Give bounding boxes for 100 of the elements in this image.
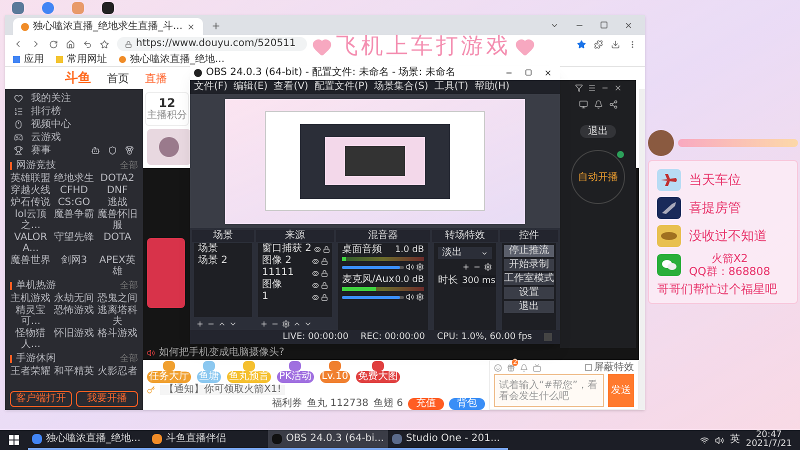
toolbar-icon[interactable] <box>282 320 290 328</box>
open-client-button[interactable]: 客户端打开 <box>10 391 72 407</box>
menu-item[interactable]: 帮助(H) <box>474 82 510 92</box>
game-link[interactable]: CS:GO <box>53 196 95 208</box>
close-icon[interactable] <box>187 22 195 30</box>
control-button[interactable]: 停止推流 <box>504 245 554 257</box>
game-link[interactable]: DNF <box>96 184 138 196</box>
address-bar[interactable]: https://www.douyu.com/520511 <box>117 37 307 51</box>
game-link[interactable]: 穿越火线 <box>10 184 52 196</box>
reload-icon[interactable] <box>49 40 58 48</box>
source-item[interactable]: 1 <box>262 292 268 302</box>
sidebar-item[interactable]: 云游戏 <box>31 132 61 142</box>
game-link[interactable]: DOTA <box>96 231 138 254</box>
start-stream-button[interactable]: 我要开播 <box>76 391 138 407</box>
star-icon[interactable] <box>100 40 109 48</box>
game-logo-icon[interactable] <box>125 146 134 155</box>
control-button[interactable]: 设置 <box>504 287 554 299</box>
game-link[interactable]: lol云顶之... <box>10 208 52 231</box>
bell-icon[interactable] <box>594 100 602 109</box>
taskbar-item[interactable]: 独心嗑浓直播_绝地... <box>28 430 148 450</box>
scene-item[interactable]: 场景 2 <box>194 255 252 267</box>
eye-icon[interactable] <box>312 270 319 276</box>
start-icon[interactable] <box>9 435 19 445</box>
game-link[interactable]: 魔兽世界 <box>10 254 52 277</box>
settings-icon[interactable] <box>416 263 424 271</box>
game-link[interactable]: 魔兽怀旧服 <box>96 208 138 231</box>
game-link[interactable]: 魔兽争霸 <box>53 208 95 231</box>
bookmark-star-icon[interactable] <box>577 40 586 48</box>
add-icon[interactable] <box>462 263 470 271</box>
source-item[interactable]: 图像 <box>262 280 282 290</box>
eye-icon[interactable] <box>314 246 321 252</box>
game-link[interactable]: CFHD <box>53 184 95 196</box>
taskbar-item[interactable]: OBS 24.0.3 (64-bi... <box>268 430 388 450</box>
control-button[interactable]: 退出 <box>504 301 554 313</box>
emoji-icon[interactable] <box>494 364 502 372</box>
game-logo-icon[interactable] <box>91 146 100 155</box>
toolbar-icon[interactable] <box>196 320 204 328</box>
gift-label[interactable]: 免费大图 <box>356 370 400 382</box>
sidebar-item[interactable]: 排行榜 <box>31 106 61 116</box>
game-link[interactable]: 火影忍者 <box>96 365 138 377</box>
app-icon[interactable] <box>102 2 114 14</box>
bookmark-link[interactable]: 常用网址 <box>56 54 107 64</box>
game-link[interactable]: VALORA... <box>10 231 52 254</box>
lock-icon[interactable] <box>322 246 330 252</box>
menu-item[interactable]: 编辑(E) <box>234 82 268 92</box>
bookmark-link[interactable]: 独心嗑浓直播_绝地... <box>119 54 225 64</box>
home-icon[interactable] <box>66 40 75 48</box>
eye-icon[interactable] <box>312 294 319 300</box>
menu-item[interactable]: 工具(T) <box>434 82 468 92</box>
lock-icon[interactable] <box>321 294 328 300</box>
share-icon[interactable] <box>608 100 618 109</box>
gift-box-icon[interactable] <box>507 364 515 372</box>
monitor-icon[interactable] <box>578 100 588 109</box>
game-link[interactable]: APEX英雄 <box>96 254 138 277</box>
close-icon[interactable] <box>614 84 622 92</box>
game-link[interactable]: 守望先锋 <box>53 231 95 254</box>
sidebar-item[interactable]: 赛事 <box>31 146 51 156</box>
lock-icon[interactable] <box>321 270 328 276</box>
menu-item[interactable]: 场景集合(S) <box>374 82 428 92</box>
undo-icon[interactable] <box>83 40 92 48</box>
exit-button[interactable]: 退出 <box>580 125 616 138</box>
game-link[interactable]: DOTA2 <box>96 172 138 184</box>
game-link[interactable]: 恐怖游戏 <box>53 304 95 327</box>
auto-stream-button[interactable]: 自动开播 <box>571 150 625 204</box>
bookmark-link[interactable]: 应用 <box>13 54 44 64</box>
screen-icon[interactable] <box>533 364 541 372</box>
menu-item[interactable]: 文件(F) <box>194 82 228 92</box>
close-icon[interactable] <box>544 69 552 77</box>
sidebar-item[interactable]: 视频中心 <box>31 120 71 130</box>
nav-link[interactable]: 首页 <box>107 72 129 84</box>
source-item[interactable]: 图像 2 <box>262 256 292 266</box>
settings-icon[interactable] <box>484 263 492 271</box>
ime-indicator[interactable]: 英 <box>730 435 740 445</box>
filter-icon[interactable] <box>574 84 582 92</box>
game-link[interactable]: 格斗游戏 <box>96 327 138 350</box>
game-link[interactable]: 主机游戏 <box>10 292 52 304</box>
scene-item[interactable]: 场景 <box>194 243 252 255</box>
game-link[interactable]: 英雄联盟 <box>10 172 52 184</box>
game-link[interactable]: 和平精英 <box>53 365 95 377</box>
game-link[interactable]: 逃离塔科夫 <box>96 304 138 327</box>
game-link[interactable]: 王者荣耀 <box>10 365 52 377</box>
maximize-icon[interactable] <box>525 69 532 76</box>
welfare-link[interactable]: 福利券 <box>272 398 302 408</box>
lock-icon[interactable] <box>321 282 328 288</box>
eye-icon[interactable] <box>312 258 319 264</box>
game-link[interactable]: 炉石传说 <box>10 196 52 208</box>
volume-icon[interactable] <box>714 436 724 444</box>
game-link[interactable]: 逃战 <box>96 196 138 208</box>
toolbar-icon[interactable] <box>260 320 268 328</box>
lock-icon[interactable] <box>321 258 328 264</box>
taskbar-item[interactable]: Studio One - 201... <box>388 430 508 450</box>
duration-field[interactable]: 300 ms <box>460 275 496 287</box>
menu-icon[interactable] <box>588 84 596 92</box>
sidebar-item[interactable]: 我的关注 <box>31 94 71 104</box>
game-link[interactable]: 怀旧游戏 <box>53 327 95 350</box>
checkbox[interactable] <box>585 364 592 371</box>
settings-icon[interactable] <box>416 293 424 301</box>
new-tab-icon[interactable] <box>211 21 221 31</box>
game-link[interactable]: 怪物猎人... <box>10 327 52 350</box>
game-link[interactable]: 恐鬼之间 <box>96 292 138 304</box>
